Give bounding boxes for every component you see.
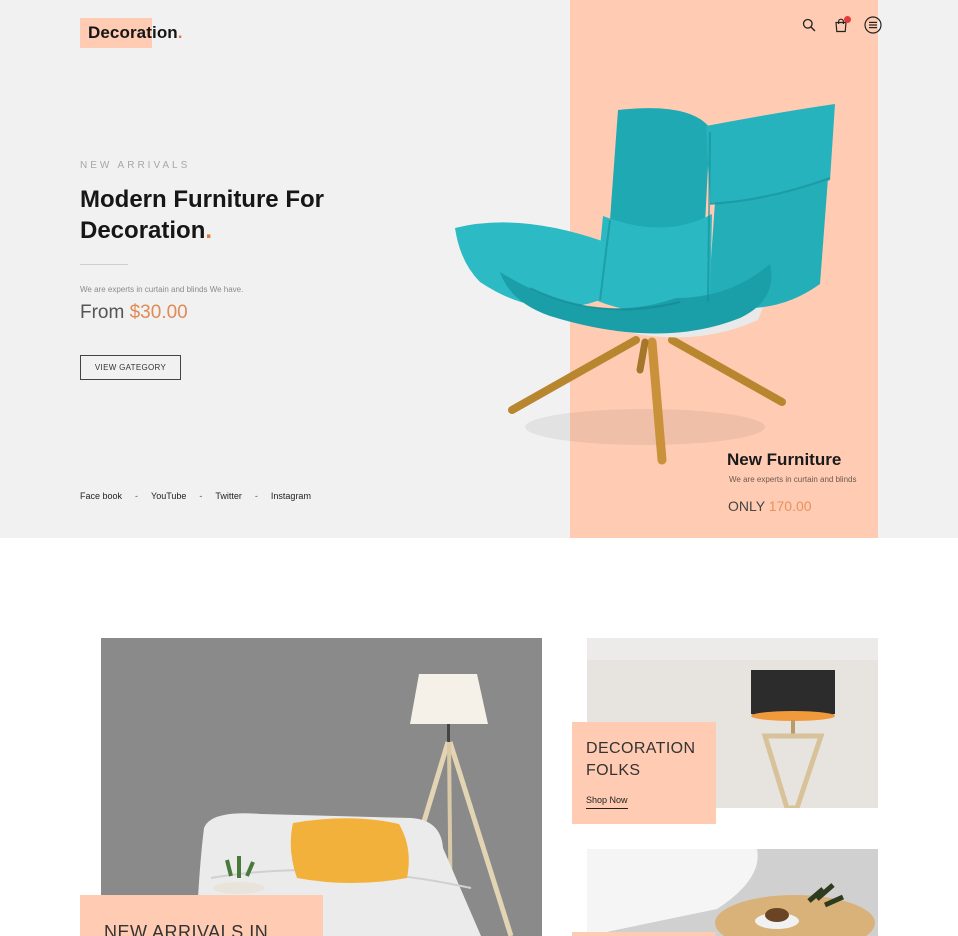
featured-price-value: 170.00 bbox=[768, 498, 812, 514]
featured-price: ONLY 170.00 bbox=[728, 498, 812, 514]
cart-icon[interactable] bbox=[830, 14, 852, 36]
social-link-facebook[interactable]: Face book bbox=[80, 491, 122, 501]
logo-dot: . bbox=[177, 23, 183, 42]
headline-line-1: Modern Furniture For bbox=[80, 186, 324, 213]
hero-divider bbox=[80, 264, 128, 265]
cart-badge bbox=[844, 16, 851, 23]
social-link-instagram[interactable]: Instagram bbox=[271, 491, 311, 501]
category-card-bottom[interactable] bbox=[587, 849, 878, 936]
social-link-twitter[interactable]: Twitter bbox=[215, 491, 242, 501]
view-category-button[interactable]: VIEW GATEGORY bbox=[80, 355, 181, 380]
social-links: Face book - YouTube - Twitter - Instagra… bbox=[80, 491, 311, 501]
category-card-bottom-label bbox=[572, 932, 716, 936]
brand-logo[interactable]: Decoration. bbox=[80, 18, 183, 48]
social-link-youtube[interactable]: YouTube bbox=[151, 491, 186, 501]
headline-line-2: Decoration bbox=[80, 217, 206, 244]
chair-image bbox=[455, 104, 835, 465]
shop-now-link[interactable]: Shop Now bbox=[586, 795, 628, 809]
search-icon[interactable] bbox=[798, 14, 820, 36]
category-card-large[interactable] bbox=[101, 638, 542, 936]
menu-icon[interactable] bbox=[862, 14, 884, 36]
featured-title: New Furniture bbox=[727, 450, 842, 469]
featured-price-prefix: ONLY bbox=[728, 498, 765, 514]
hero-headline: Modern Furniture For Decoration. bbox=[80, 184, 324, 246]
hero-price-prefix: From bbox=[80, 302, 125, 323]
featured-subtitle: We are experts in curtain and blinds bbox=[729, 475, 857, 484]
category-card-top-label: DECORATION FOLKS Shop Now bbox=[572, 722, 716, 824]
social-separator: - bbox=[254, 491, 258, 501]
headline-dot: . bbox=[205, 217, 213, 244]
hero-section: Decoration. NEW ARRIVALS Modern Furnitur… bbox=[0, 0, 958, 538]
category-top-title: DECORATION FOLKS bbox=[586, 740, 696, 779]
hero-subtitle: We are experts in curtain and blinds We … bbox=[80, 285, 244, 294]
category-large-title: NEW ARRIVALS IN bbox=[104, 922, 269, 936]
social-separator: - bbox=[199, 491, 203, 501]
logo-text: Decoration bbox=[88, 23, 178, 42]
header-icons bbox=[798, 14, 884, 36]
bedroom-image bbox=[101, 638, 542, 936]
category-card-large-label: NEW ARRIVALS IN bbox=[80, 895, 323, 936]
coffee-table-image bbox=[587, 849, 878, 936]
hero-eyebrow: NEW ARRIVALS bbox=[80, 160, 191, 171]
hero-price-value: $30.00 bbox=[129, 302, 188, 323]
hero-price: From $30.00 bbox=[80, 302, 188, 324]
social-separator: - bbox=[135, 491, 139, 501]
